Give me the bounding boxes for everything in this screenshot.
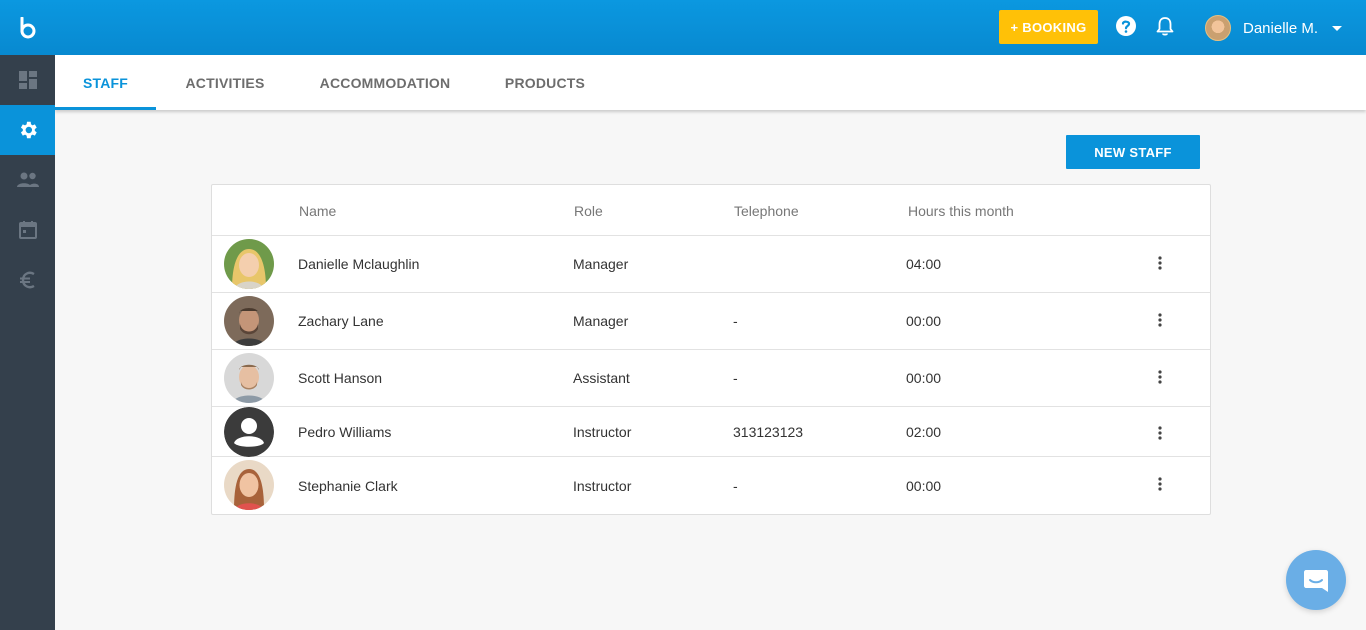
avatar <box>224 296 274 346</box>
top-bar: + BOOKING Danielle M. <box>0 0 1366 55</box>
sidebar <box>0 55 55 630</box>
gear-icon <box>20 121 37 139</box>
staff-hours: 04:00 <box>906 256 942 272</box>
avatar <box>224 239 274 289</box>
table-row[interactable]: Danielle Mclaughlin Manager 04:00 <box>212 236 1210 293</box>
staff-hours: 00:00 <box>906 313 942 329</box>
people-icon <box>16 172 39 187</box>
add-booking-button[interactable]: + BOOKING <box>999 10 1098 44</box>
staff-role: Manager <box>573 256 629 272</box>
staff-hours: 00:00 <box>906 370 942 386</box>
staff-role: Instructor <box>573 423 632 440</box>
new-staff-button[interactable]: NEW STAFF <box>1066 135 1200 169</box>
bell-icon[interactable] <box>1155 15 1175 37</box>
column-header-name[interactable]: Name <box>299 185 336 236</box>
staff-role: Assistant <box>573 370 630 386</box>
user-menu[interactable]: Danielle M. <box>1205 13 1343 43</box>
staff-name: Scott Hanson <box>298 370 383 386</box>
staff-telephone: - <box>733 370 738 386</box>
avatar <box>224 460 274 510</box>
user-name: Danielle M. <box>1243 19 1319 37</box>
dashboard-icon <box>18 71 37 89</box>
staff-telephone: - <box>733 477 738 494</box>
staff-table: Name Role Telephone Hours this month Dan… <box>211 184 1211 515</box>
default-user-icon <box>224 407 274 457</box>
staff-name: Pedro Williams <box>298 423 392 440</box>
staff-name: Stephanie Clark <box>298 477 398 494</box>
table-header: Name Role Telephone Hours this month <box>212 185 1210 236</box>
table-row[interactable]: Pedro Williams Instructor 313123123 02:0… <box>212 407 1210 457</box>
tab-products[interactable]: PRODUCTS <box>495 55 595 110</box>
app-logo[interactable] <box>0 0 55 55</box>
column-header-role[interactable]: Role <box>574 185 603 236</box>
avatar <box>1205 15 1231 41</box>
sidebar-item-settings[interactable] <box>0 105 55 155</box>
avatar <box>224 353 274 403</box>
settings-tabs: STAFF ACTIVITIES ACCOMMODATION PRODUCTS <box>55 55 1366 110</box>
sidebar-item-calendar[interactable] <box>0 205 55 255</box>
row-menu-icon[interactable] <box>1150 474 1170 494</box>
column-header-telephone[interactable]: Telephone <box>734 185 799 236</box>
row-menu-icon[interactable] <box>1150 423 1170 443</box>
table-row[interactable]: Scott Hanson Assistant - 00:00 <box>212 350 1210 407</box>
staff-telephone: - <box>733 313 738 329</box>
staff-hours: 00:00 <box>906 477 942 494</box>
sidebar-item-payments[interactable] <box>0 255 55 305</box>
row-menu-icon[interactable] <box>1150 367 1170 387</box>
chat-icon <box>1304 570 1328 592</box>
staff-name: Zachary Lane <box>298 313 384 329</box>
help-circle-icon[interactable] <box>1115 15 1137 37</box>
column-header-hours[interactable]: Hours this month <box>908 185 1014 236</box>
euro-icon <box>19 271 35 289</box>
tab-activities[interactable]: ACTIVITIES <box>171 55 279 110</box>
table-row[interactable]: Zachary Lane Manager - 00:00 <box>212 293 1210 350</box>
tab-staff[interactable]: STAFF <box>55 55 156 110</box>
sidebar-item-customers[interactable] <box>0 155 55 205</box>
chat-launcher-button[interactable] <box>1286 550 1346 610</box>
row-menu-icon[interactable] <box>1150 253 1170 273</box>
table-row[interactable]: Stephanie Clark Instructor - 00:00 <box>212 457 1210 514</box>
active-tab-indicator <box>55 107 156 110</box>
staff-telephone: 313123123 <box>733 423 804 440</box>
staff-hours: 02:00 <box>906 423 942 440</box>
chevron-down-icon <box>1332 25 1343 31</box>
app-logo-icon <box>20 16 35 38</box>
sidebar-item-dashboard[interactable] <box>0 55 55 105</box>
tab-accommodation[interactable]: ACCOMMODATION <box>306 55 464 110</box>
row-menu-icon[interactable] <box>1150 310 1170 330</box>
staff-role: Manager <box>573 313 629 329</box>
staff-role: Instructor <box>573 477 632 494</box>
calendar-icon <box>18 221 37 239</box>
staff-name: Danielle Mclaughlin <box>298 256 420 272</box>
